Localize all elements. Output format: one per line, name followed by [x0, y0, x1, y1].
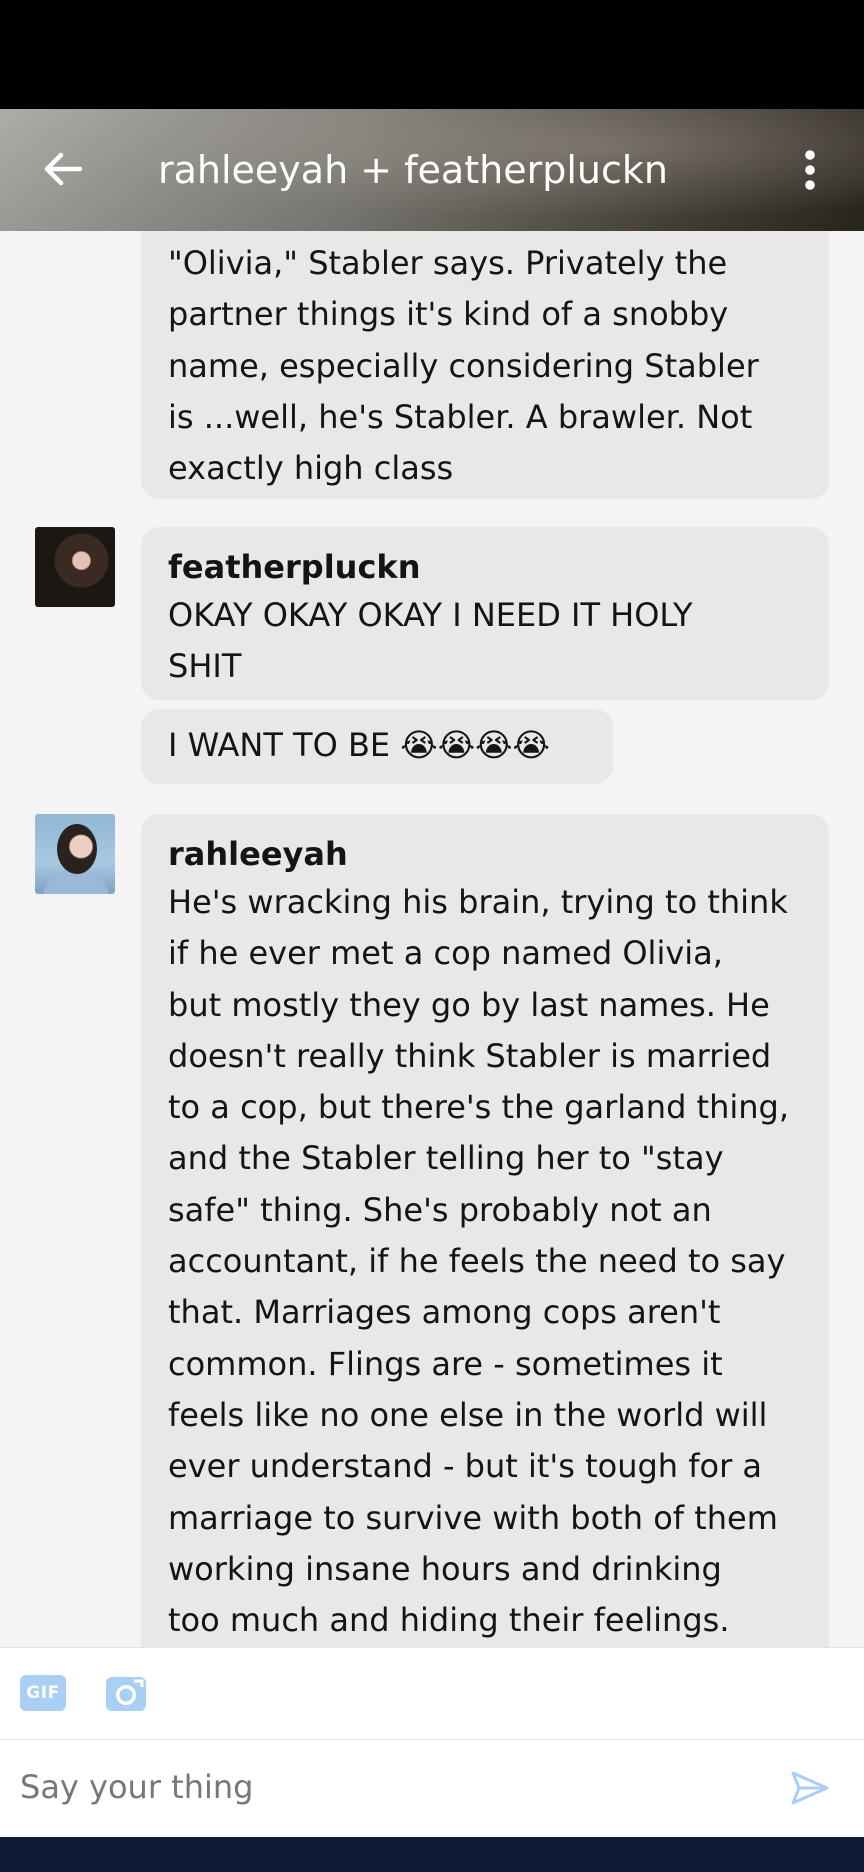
avatar-rahleeyah[interactable]: [35, 814, 115, 894]
message-line: OKAY OKAY OKAY I NEED IT HOLY: [168, 596, 693, 634]
message-line: I WANT TO BE 😭😭😭😭: [168, 726, 550, 764]
message-line: partner things it's kind of a snobby: [168, 295, 729, 334]
message-line: marriage to survive with both of them: [168, 1498, 778, 1537]
message-line: if he ever met a cop named Olivia,: [168, 934, 723, 973]
message-line: exactly high class: [168, 449, 454, 488]
message-bubble: I WANT TO BE 😭😭😭😭: [141, 709, 613, 784]
message-line: to a cop, but there's the garland thing,: [168, 1088, 790, 1127]
message-line: working insane hours and drinking: [168, 1549, 722, 1588]
sender-name[interactable]: featherpluckn: [168, 544, 802, 590]
media-toolbar: GIF: [0, 1647, 864, 1739]
message-line: name, especially considering Stabler: [168, 346, 759, 385]
message-line: safe" thing. She's probably not an: [168, 1190, 712, 1229]
message-line: feels like no one else in the world will: [168, 1395, 768, 1434]
message-line: that. Marriages among cops aren't: [168, 1293, 721, 1332]
conversation-header: rahleeyah + featherpluckn: [0, 109, 864, 231]
more-vertical-icon: [805, 150, 815, 190]
system-navigation-bar: [0, 1837, 864, 1872]
message-line: ever understand - but it's tough for a: [168, 1447, 763, 1486]
message-bubble: "Olivia," Stabler says. Privately the pa…: [141, 231, 829, 499]
message-line: "Olivia," Stabler says. Privately the: [168, 244, 728, 282]
gif-button[interactable]: GIF: [20, 1675, 66, 1711]
message-bubble: featherpluckn OKAY OKAY OKAY I NEED IT H…: [141, 527, 829, 700]
message-input[interactable]: [20, 1756, 760, 1818]
camera-button[interactable]: [104, 1672, 148, 1714]
message-line: but mostly they go by last names. He: [168, 985, 770, 1024]
message-bubble: rahleeyah He's wracking his brain, tryin…: [141, 814, 829, 1647]
message-line: and the Stabler telling her to "stay: [168, 1139, 724, 1178]
conversation-title[interactable]: rahleeyah + featherpluckn: [158, 109, 668, 231]
message-line: common. Flings are - sometimes it: [168, 1344, 723, 1383]
message-line: He's wracking his brain, trying to think: [168, 883, 788, 921]
message-list[interactable]: "Olivia," Stabler says. Privately the pa…: [0, 231, 864, 1647]
message-composer: [0, 1739, 864, 1837]
camera-icon: [106, 1677, 146, 1711]
more-options-button[interactable]: [786, 145, 834, 195]
message-line: too much and hiding their feelings.: [168, 1601, 730, 1640]
send-button[interactable]: [790, 1768, 830, 1808]
send-icon: [791, 1771, 829, 1805]
avatar-featherpluckn[interactable]: [35, 527, 115, 607]
message-line: SHIT: [168, 647, 242, 686]
message-line: accountant, if he feels the need to say: [168, 1242, 786, 1281]
sender-name[interactable]: rahleeyah: [168, 831, 802, 877]
back-button[interactable]: [36, 142, 90, 196]
status-bar: [0, 0, 864, 109]
message-line: is ...well, he's Stabler. A brawler. Not: [168, 397, 753, 436]
arrow-left-icon: [44, 152, 83, 186]
message-line: doesn't really think Stabler is married: [168, 1036, 772, 1075]
avatar-face: [57, 824, 97, 874]
